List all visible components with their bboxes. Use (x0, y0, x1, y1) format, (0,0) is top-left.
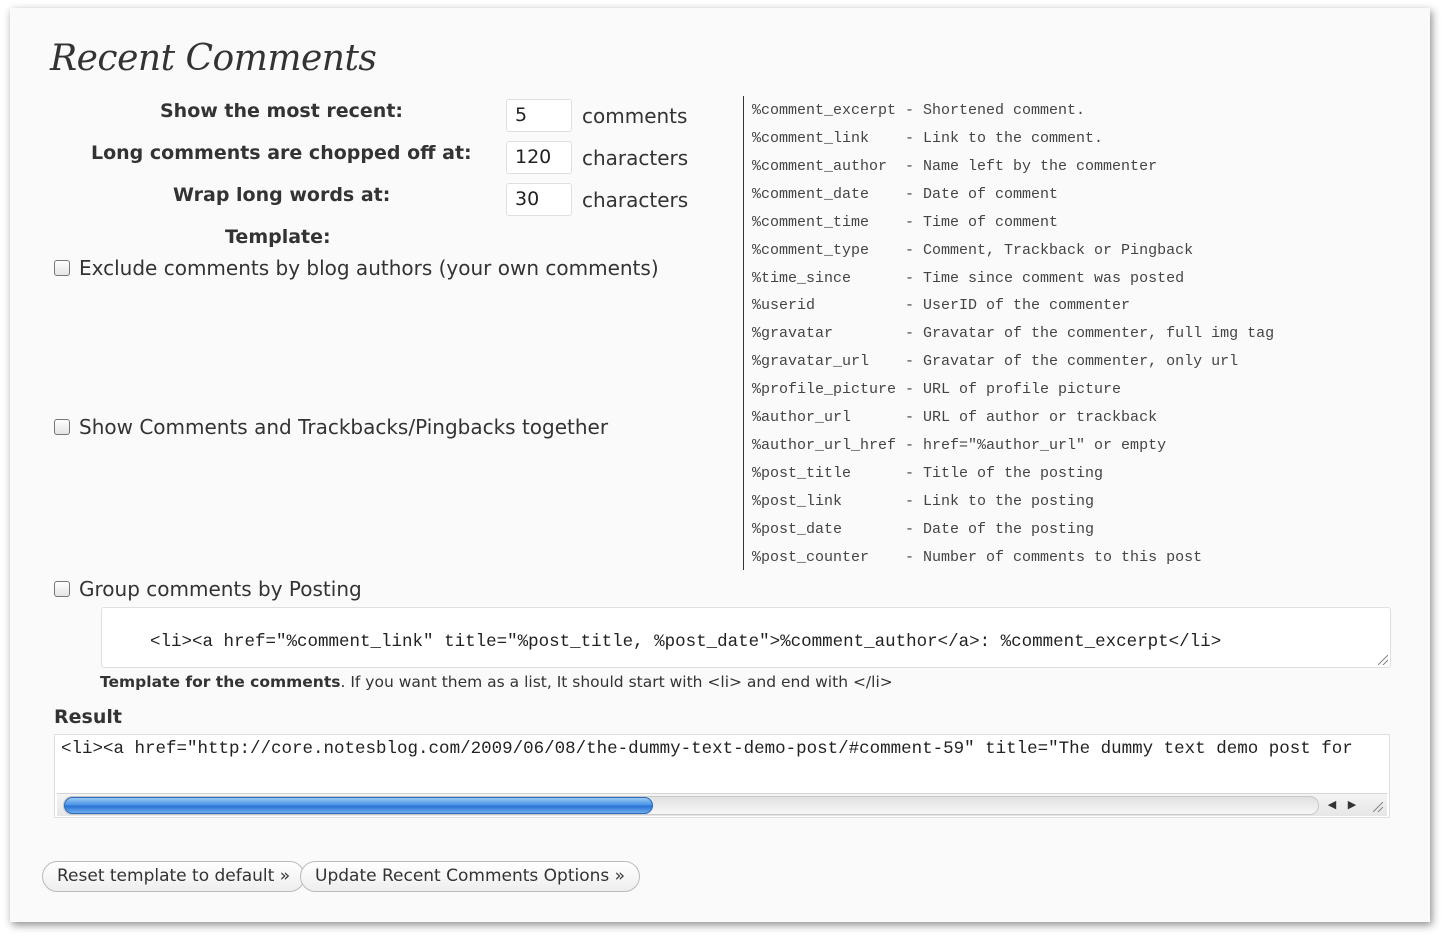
legend-divider (743, 96, 744, 570)
template-help-bold: Template for the comments (100, 673, 341, 691)
page-title: Recent Comments (50, 38, 377, 79)
chop-length-label: Long comments are chopped off at: (91, 142, 472, 164)
result-label: Result (54, 706, 122, 728)
show-together-label: Show Comments and Trackbacks/Pingbacks t… (79, 415, 609, 439)
resize-grip-icon[interactable] (1373, 802, 1383, 812)
wrap-length-input[interactable]: 30 (506, 183, 572, 216)
template-textarea[interactable]: <li><a href="%comment_link" title="%post… (101, 607, 1391, 668)
result-value: <li><a href="http://core.notesblog.com/2… (61, 739, 1353, 759)
placeholder-legend: %comment_excerpt - Shortened comment. %c… (752, 100, 1274, 575)
placeholder-row: %comment_link - Link to the comment. (752, 129, 1104, 147)
options-panel: Recent Comments Show the most recent: 5 … (10, 8, 1430, 922)
placeholder-row: %comment_excerpt - Shortened comment. (752, 102, 1086, 119)
placeholder-row: %gravatar_url - Gravatar of the commente… (752, 353, 1239, 371)
placeholder-row: %comment_time - Time of comment (752, 213, 1059, 231)
exclude-authors-checkbox[interactable] (54, 260, 70, 276)
placeholder-row: %post_link - Link to the posting (752, 492, 1095, 510)
template-label: Template: (225, 226, 331, 248)
scroll-left-arrow-icon[interactable]: ◀ (1323, 797, 1341, 813)
placeholder-row: %comment_date - Date of comment (752, 185, 1059, 203)
placeholder-row: %comment_author - Name left by the comme… (752, 157, 1158, 175)
result-output[interactable]: <li><a href="http://core.notesblog.com/2… (54, 734, 1390, 818)
exclude-authors-option[interactable]: Exclude comments by blog authors (your o… (54, 256, 659, 280)
most-recent-unit: comments (582, 104, 688, 128)
scroll-track[interactable] (63, 796, 1319, 815)
group-by-posting-option[interactable]: Group comments by Posting (54, 577, 362, 601)
placeholder-row: %post_date - Date of the posting (752, 520, 1095, 538)
placeholder-row: %post_counter - Number of comments to th… (752, 548, 1203, 566)
template-value: <li><a href="%comment_link" title="%post… (150, 632, 1222, 652)
placeholder-row: %time_since - Time since comment was pos… (752, 269, 1185, 287)
chop-length-input[interactable]: 120 (506, 141, 572, 174)
resize-grip-icon[interactable] (1378, 655, 1388, 665)
placeholder-row: %post_title - Title of the posting (752, 464, 1104, 482)
exclude-authors-label: Exclude comments by blog authors (your o… (79, 256, 659, 280)
placeholder-row: %gravatar - Gravatar of the commenter, f… (752, 325, 1275, 343)
update-options-button[interactable]: Update Recent Comments Options » (300, 861, 641, 892)
most-recent-label: Show the most recent: (160, 100, 404, 122)
most-recent-input[interactable]: 5 (506, 99, 572, 132)
group-by-posting-checkbox[interactable] (54, 581, 70, 597)
placeholder-row: %author_url_href - href="%author_url" or… (752, 437, 1167, 455)
placeholder-row: %userid - UserID of the commenter (752, 297, 1131, 315)
reset-template-button[interactable]: Reset template to default » (42, 861, 306, 892)
scroll-thumb[interactable] (64, 797, 654, 814)
placeholder-row: %author_url - URL of author or trackback (752, 409, 1158, 427)
horizontal-scrollbar[interactable]: ◀ ▶ (57, 793, 1387, 816)
show-together-checkbox[interactable] (54, 419, 70, 435)
chop-length-unit: characters (582, 146, 689, 170)
scroll-right-arrow-icon[interactable]: ▶ (1343, 797, 1361, 813)
group-by-posting-label: Group comments by Posting (79, 577, 362, 601)
show-together-option[interactable]: Show Comments and Trackbacks/Pingbacks t… (54, 415, 608, 439)
wrap-length-label: Wrap long words at: (173, 184, 391, 206)
template-help-text: . If you want them as a list, It should … (340, 673, 893, 691)
template-help: Template for the comments. If you want t… (100, 673, 893, 691)
wrap-length-unit: characters (582, 188, 689, 212)
placeholder-row: %comment_type - Comment, Trackback or Pi… (752, 241, 1194, 259)
placeholder-row: %profile_picture - URL of profile pictur… (752, 381, 1122, 399)
